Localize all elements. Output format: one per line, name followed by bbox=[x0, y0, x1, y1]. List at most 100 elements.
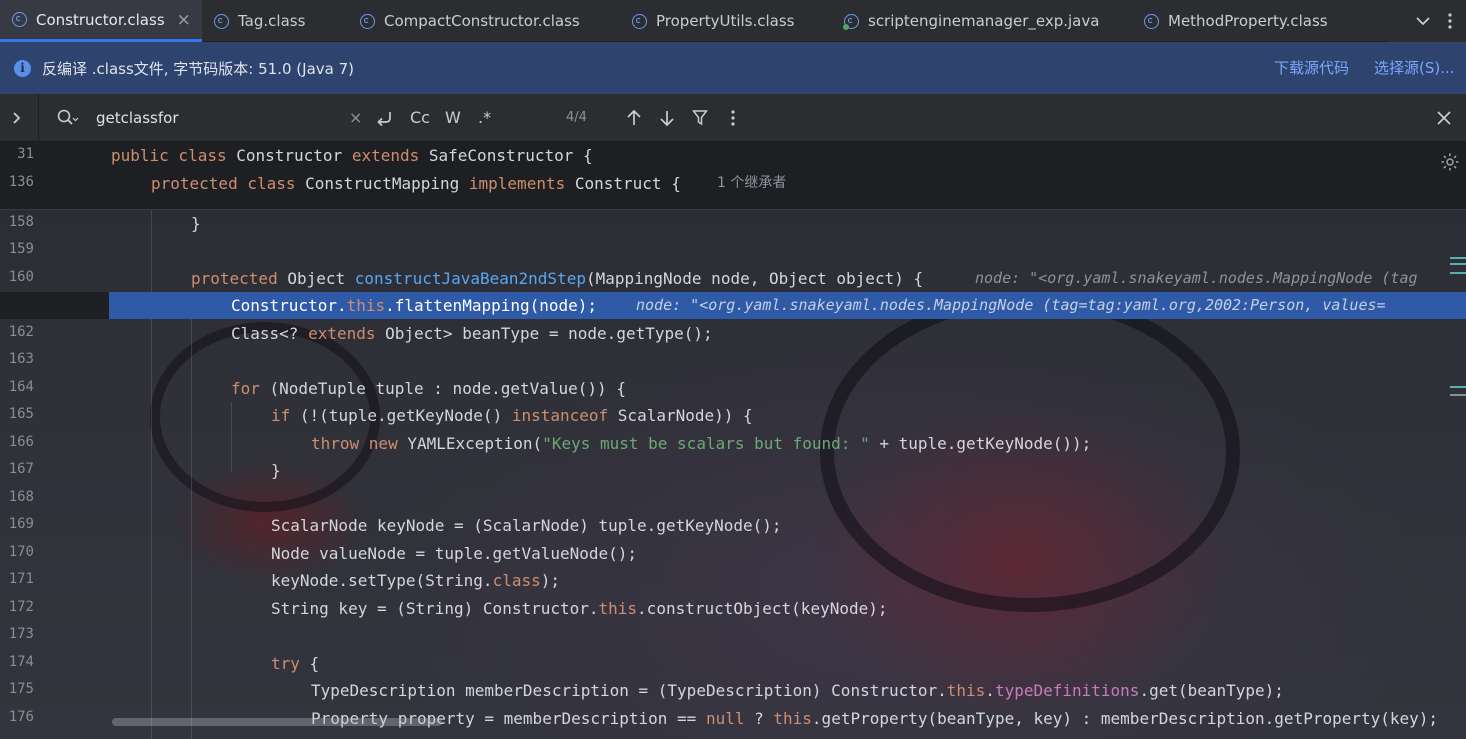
choose-sources-link[interactable]: 选择源(S)... bbox=[1374, 42, 1455, 94]
search-input[interactable] bbox=[96, 104, 336, 132]
horizontal-scrollbar[interactable] bbox=[112, 718, 442, 726]
tab-label: Tag.class bbox=[238, 12, 306, 30]
code-line: TypeDescription memberDescription = (Typ… bbox=[311, 681, 1284, 700]
code-line: Constructor.this.flattenMapping(node); bbox=[231, 296, 598, 315]
code-row[interactable]: 172 String key = (String) Constructor.th… bbox=[0, 595, 1466, 622]
new-line-icon[interactable] bbox=[375, 108, 395, 128]
divider bbox=[38, 94, 39, 142]
class-file-icon bbox=[632, 13, 647, 29]
code-row[interactable]: 162 Class<? extends Object> beanType = n… bbox=[0, 320, 1466, 347]
code-row[interactable]: 167 } bbox=[0, 457, 1466, 484]
tab-tag-class[interactable]: Tag.class bbox=[202, 0, 347, 42]
more-vertical-icon[interactable] bbox=[1448, 13, 1452, 29]
java-file-icon bbox=[843, 13, 859, 30]
line-number: 31 bbox=[17, 146, 34, 162]
close-tab-icon[interactable]: × bbox=[177, 10, 191, 30]
line-number: 167 bbox=[8, 461, 34, 477]
tab-compactconstructor-class[interactable]: CompactConstructor.class bbox=[348, 0, 618, 42]
line-number: 175 bbox=[8, 681, 34, 697]
code-line: Node valueNode = tuple.getValueNode(); bbox=[271, 544, 638, 563]
match-count: 4/4 bbox=[566, 110, 587, 125]
regex-toggle[interactable]: .* bbox=[478, 94, 491, 142]
line-number: 165 bbox=[8, 406, 34, 422]
tab-scriptenginemanager-exp-java[interactable]: scriptenginemanager_exp.java bbox=[832, 0, 1130, 42]
debug-inline-value: node: "<org.yaml.snakeyaml.nodes.Mapping… bbox=[975, 269, 1418, 287]
words-toggle[interactable]: W bbox=[445, 94, 461, 142]
tab-constructor-class[interactable]: Constructor.class × bbox=[0, 0, 202, 42]
code-line: try { bbox=[271, 654, 320, 673]
decompiled-class-banner: i 反编译 .class文件, 字节码版本: 51.0 (Java 7) 下载源… bbox=[0, 42, 1466, 94]
download-sources-link[interactable]: 下载源代码 bbox=[1274, 42, 1349, 94]
line-number: 162 bbox=[8, 324, 34, 340]
gear-icon[interactable] bbox=[1440, 152, 1460, 172]
code-row[interactable]: 163 bbox=[0, 347, 1466, 374]
tab-propertyutils-class[interactable]: PropertyUtils.class bbox=[618, 0, 830, 42]
match-case-toggle[interactable]: Cc bbox=[410, 94, 430, 142]
execution-point-row[interactable]: 161 Constructor.this.flattenMapping(node… bbox=[0, 292, 1466, 319]
scrollbar-marker[interactable] bbox=[1450, 386, 1466, 388]
line-number: 166 bbox=[8, 434, 34, 450]
code-line: Property property = memberDescription ==… bbox=[311, 709, 1439, 728]
sticky-line[interactable]: 31 public class Constructor extends Safe… bbox=[0, 142, 1466, 169]
previous-occurrence-icon[interactable] bbox=[626, 109, 642, 127]
code-row[interactable]: 170 Node valueNode = tuple.getValueNode(… bbox=[0, 540, 1466, 567]
class-file-icon bbox=[360, 13, 375, 29]
chevron-down-icon[interactable] bbox=[1416, 16, 1430, 26]
scrollbar-marker[interactable] bbox=[1450, 257, 1466, 259]
close-icon[interactable] bbox=[1436, 110, 1452, 126]
code-row[interactable]: 164 for (NodeTuple tuple : node.getValue… bbox=[0, 375, 1466, 402]
code-row[interactable]: 166 throw new YAMLException("Keys must b… bbox=[0, 430, 1466, 457]
code-editor[interactable]: 31 public class Constructor extends Safe… bbox=[0, 142, 1466, 739]
line-number: 170 bbox=[8, 544, 34, 560]
banner-message: 反编译 .class文件, 字节码版本: 51.0 (Java 7) bbox=[42, 59, 354, 78]
line-number: 173 bbox=[8, 626, 34, 642]
code-line: public class Constructor extends SafeCon… bbox=[111, 146, 593, 165]
code-line: Class<? extends Object> beanType = node.… bbox=[231, 324, 713, 343]
code-line: protected class ConstructMapping impleme… bbox=[151, 174, 681, 193]
expand-replace-chevron-icon[interactable] bbox=[11, 111, 21, 125]
tab-label: CompactConstructor.class bbox=[384, 12, 580, 30]
class-file-icon bbox=[214, 13, 229, 29]
scrollbar-marker[interactable] bbox=[1450, 394, 1466, 396]
sticky-scroll-header: 31 public class Constructor extends Safe… bbox=[0, 142, 1466, 210]
line-number: 164 bbox=[8, 379, 34, 395]
code-row[interactable]: 174 try { bbox=[0, 650, 1466, 677]
class-file-icon bbox=[1144, 13, 1159, 29]
find-bar: × Cc W .* 4/4 bbox=[0, 94, 1466, 142]
debug-inline-value: node: "<org.yaml.snakeyaml.nodes.Mapping… bbox=[636, 296, 1386, 314]
code-line: } bbox=[191, 214, 201, 233]
line-number: 174 bbox=[8, 654, 34, 670]
code-row[interactable]: 169 ScalarNode keyNode = (ScalarNode) tu… bbox=[0, 512, 1466, 539]
info-icon: i bbox=[14, 59, 31, 77]
code-line: if (!(tuple.getKeyNode() instanceof Scal… bbox=[271, 406, 753, 425]
code-row[interactable]: 160 protected Object constructJavaBean2n… bbox=[0, 265, 1466, 292]
code-row[interactable]: 165 if (!(tuple.getKeyNode() instanceof … bbox=[0, 402, 1466, 429]
line-number: 158 bbox=[8, 214, 34, 230]
clear-search-icon[interactable]: × bbox=[349, 94, 362, 142]
sticky-line[interactable]: 136 protected class ConstructMapping imp… bbox=[0, 170, 1466, 197]
code-line: } bbox=[271, 461, 281, 480]
code-line: ScalarNode keyNode = (ScalarNode) tuple.… bbox=[271, 516, 782, 535]
scrollbar-marker[interactable] bbox=[1450, 263, 1466, 265]
more-vertical-icon[interactable] bbox=[731, 110, 735, 126]
search-history-icon[interactable] bbox=[57, 109, 79, 127]
code-line: for (NodeTuple tuple : node.getValue()) … bbox=[231, 379, 626, 398]
scrollbar-marker[interactable] bbox=[1450, 272, 1466, 274]
tab-label: MethodProperty.class bbox=[1168, 12, 1328, 30]
filter-icon[interactable] bbox=[692, 109, 708, 127]
code-row[interactable]: 175 TypeDescription memberDescription = … bbox=[0, 677, 1466, 704]
tab-label: scriptenginemanager_exp.java bbox=[868, 12, 1100, 30]
line-number: 159 bbox=[8, 241, 34, 257]
code-row[interactable]: 159 bbox=[0, 237, 1466, 264]
line-number: 169 bbox=[8, 516, 34, 532]
tab-actions bbox=[1386, 0, 1466, 42]
code-row[interactable]: 173 bbox=[0, 622, 1466, 649]
code-row[interactable]: 171 keyNode.setType(String.class); bbox=[0, 567, 1466, 594]
inheritors-hint[interactable]: 1 个继承者 bbox=[717, 170, 786, 197]
tab-methodproperty-class[interactable]: MethodProperty.class bbox=[1132, 0, 1382, 42]
code-row[interactable]: 158 } bbox=[0, 210, 1466, 237]
code-line: keyNode.setType(String.class); bbox=[271, 571, 560, 590]
next-occurrence-icon[interactable] bbox=[659, 109, 675, 127]
code-row[interactable]: 168 bbox=[0, 485, 1466, 512]
code-line: String key = (String) Constructor.this.c… bbox=[271, 599, 888, 618]
